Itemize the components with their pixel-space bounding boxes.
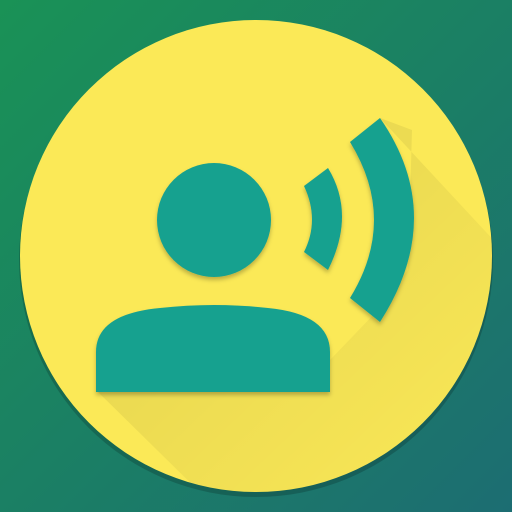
person-body-icon [96,305,330,392]
voice-access-app-icon [0,0,512,512]
person-head-icon [157,163,271,277]
app-icon-canvas [0,0,512,512]
